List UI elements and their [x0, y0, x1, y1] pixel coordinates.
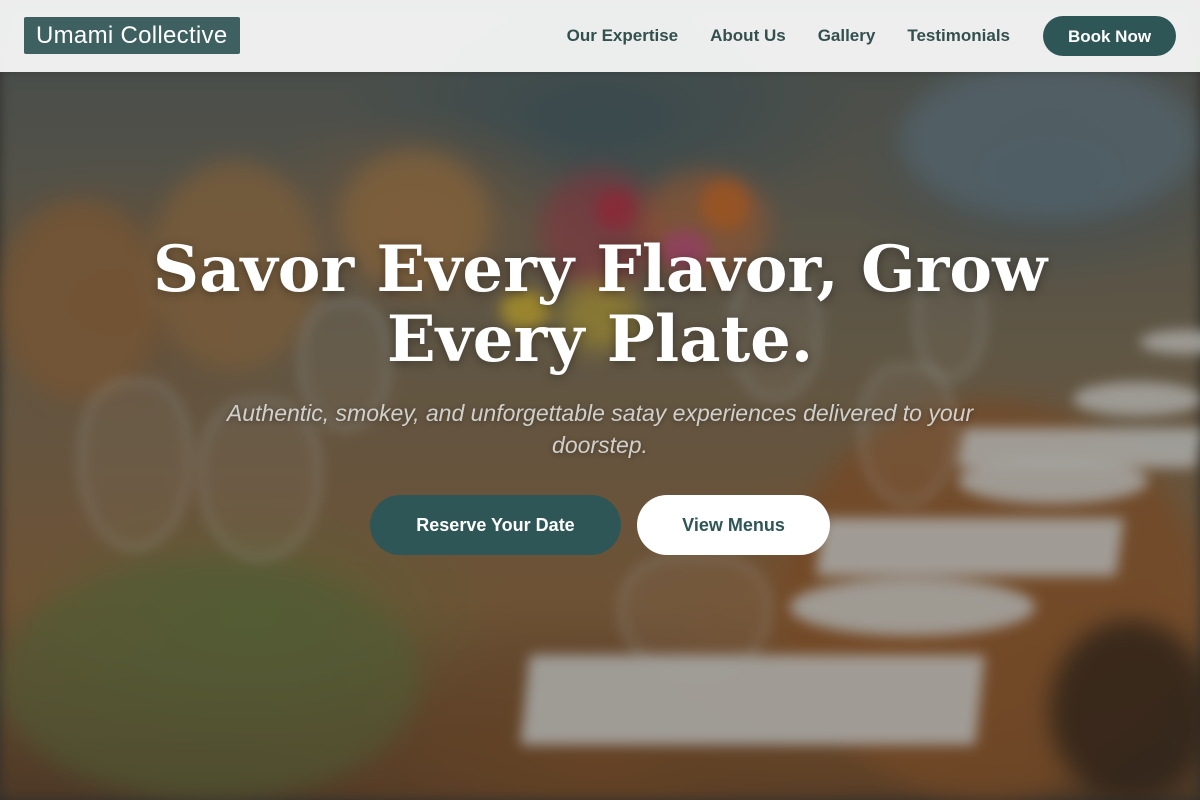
- main-nav: Our Expertise About Us Gallery Testimoni…: [567, 0, 1010, 72]
- hero-actions: Reserve Your Date View Menus: [0, 495, 1200, 555]
- hero-section: Savor Every Flavor, Grow Every Plate. Au…: [0, 235, 1200, 555]
- hero-subtitle: Authentic, smokey, and unforgettable sat…: [226, 400, 974, 458]
- landing-page: Umami Collective Our Expertise About Us …: [0, 0, 1200, 800]
- top-navigation-bar: Umami Collective Our Expertise About Us …: [0, 0, 1200, 72]
- nav-link-gallery[interactable]: Gallery: [818, 26, 876, 46]
- book-now-button[interactable]: Book Now: [1043, 16, 1176, 56]
- reserve-your-date-button[interactable]: Reserve Your Date: [370, 495, 621, 555]
- brand-logo[interactable]: Umami Collective: [24, 17, 240, 54]
- nav-link-about-us[interactable]: About Us: [710, 26, 786, 46]
- view-menus-button[interactable]: View Menus: [637, 495, 830, 555]
- nav-link-testimonials[interactable]: Testimonials: [907, 26, 1010, 46]
- nav-link-our-expertise[interactable]: Our Expertise: [567, 26, 679, 46]
- hero-title: Savor Every Flavor, Grow Every Plate.: [152, 232, 1048, 377]
